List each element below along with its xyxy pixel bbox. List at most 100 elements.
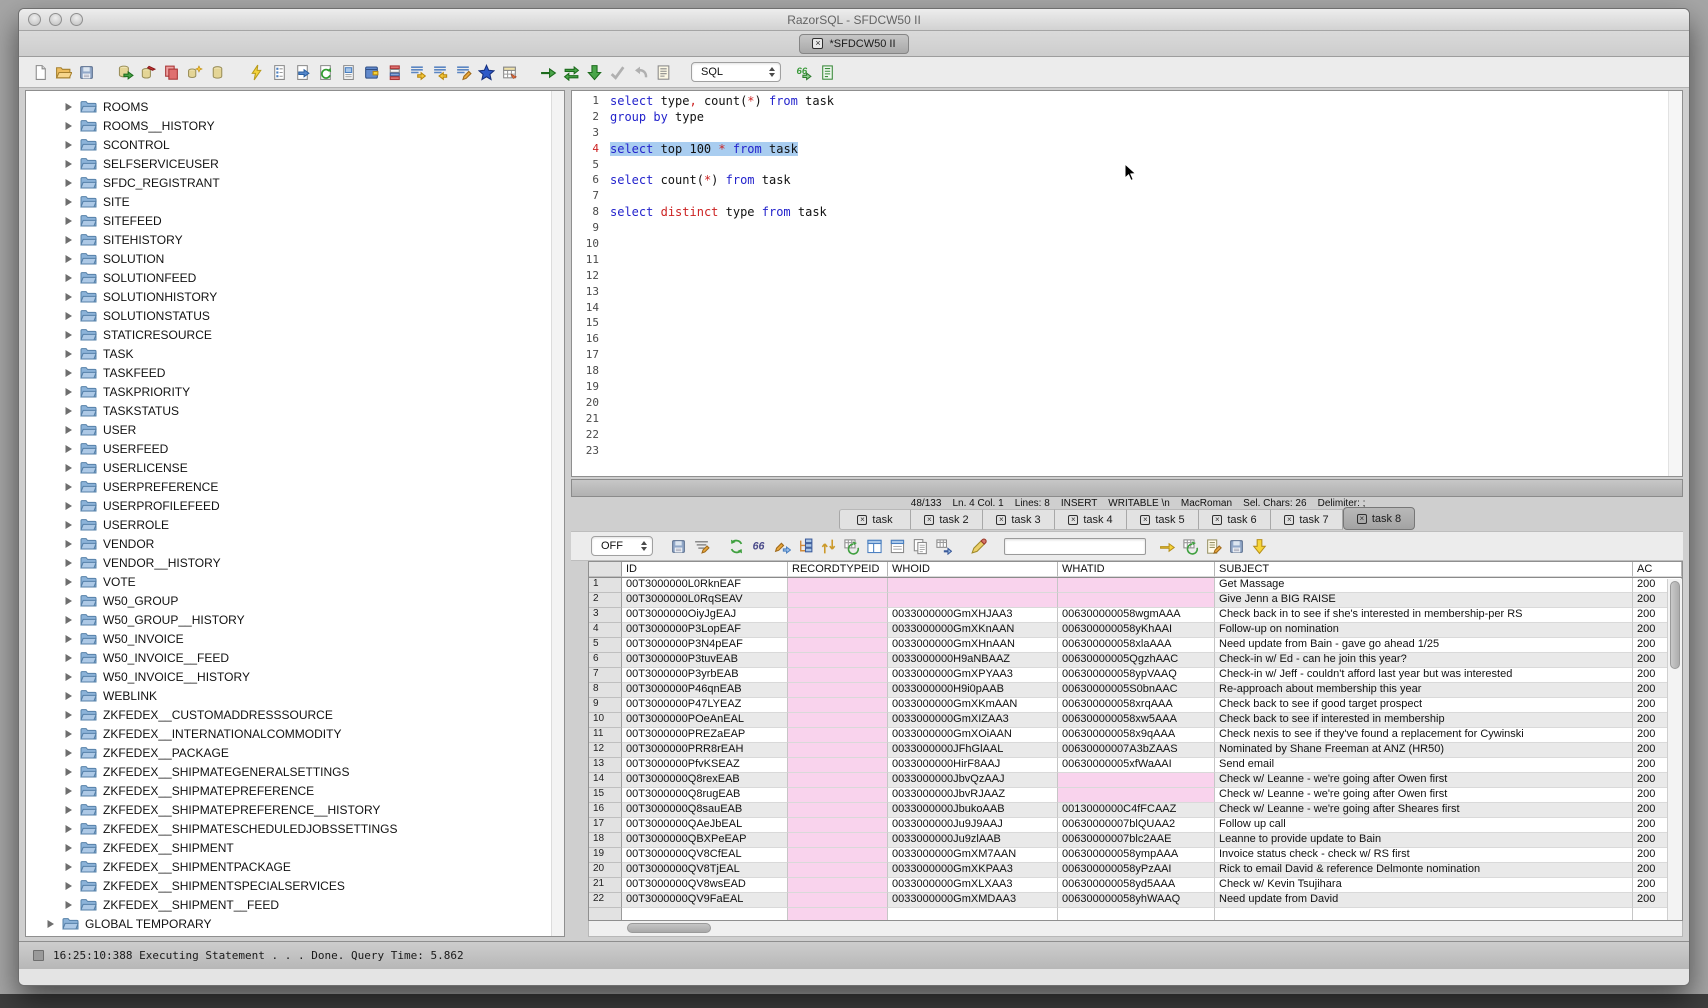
- grid-horizontal-scrollbar[interactable]: [588, 921, 1683, 937]
- stop-icon[interactable]: [33, 950, 44, 961]
- code-line-13[interactable]: [606, 285, 1682, 301]
- cell-recordtypeid[interactable]: [788, 653, 888, 668]
- code-line-7[interactable]: [606, 189, 1682, 205]
- cell-whoid[interactable]: 0033000000GmXPYAA3: [888, 668, 1058, 683]
- code-line-1[interactable]: select type, count(*) from task: [606, 94, 1682, 110]
- table-row[interactable]: 1200T3000000PRR8rEAH0033000000JFhGlAAL00…: [589, 743, 1682, 758]
- tree-item-user[interactable]: USER: [26, 420, 564, 439]
- code-line-10[interactable]: [606, 237, 1682, 253]
- cell-whoid[interactable]: [888, 578, 1058, 593]
- cell-recordtypeid[interactable]: [788, 773, 888, 788]
- cell-subject[interactable]: Check back to see if interested in membe…: [1215, 713, 1633, 728]
- cell-whatid[interactable]: 006300000058xlaAAA: [1058, 638, 1215, 653]
- cell-whoid[interactable]: 0033000000GmXMDAA3: [888, 893, 1058, 908]
- cell-id[interactable]: 00T3000000PRR8rEAH: [622, 743, 788, 758]
- switch-connection-icon[interactable]: [560, 61, 583, 84]
- cell-id[interactable]: 00T3000000QV8wsEAD: [622, 878, 788, 893]
- cell-subject[interactable]: Check-in w/ Ed - can he join this year?: [1215, 653, 1633, 668]
- disclosure-triangle-icon[interactable]: [64, 558, 73, 568]
- grid-vertical-scrollbar[interactable]: [1667, 579, 1682, 920]
- disclosure-triangle-icon[interactable]: [64, 349, 73, 359]
- import-data-icon[interactable]: [314, 61, 337, 84]
- connect-database-icon[interactable]: [114, 61, 137, 84]
- cell-recordtypeid[interactable]: [788, 848, 888, 863]
- cell-subject[interactable]: Check back in to see if she's interested…: [1215, 608, 1633, 623]
- tree-item-userpreference[interactable]: USERPREFERENCE: [26, 477, 564, 496]
- edit-sql-icon[interactable]: [452, 61, 475, 84]
- code-line-2[interactable]: group by type: [606, 110, 1682, 126]
- grid-header-row[interactable]: IDRECORDTYPEIDWHOIDWHATIDSUBJECTAC: [589, 562, 1682, 578]
- tree-item-w50-invoice[interactable]: W50_INVOICE: [26, 629, 564, 648]
- code-line-20[interactable]: [606, 396, 1682, 412]
- cell-subject[interactable]: Invoice status check - check w/ RS first: [1215, 848, 1633, 863]
- disclosure-triangle-icon[interactable]: [64, 273, 73, 283]
- cell-subject[interactable]: Check nexis to see if they've found a re…: [1215, 728, 1633, 743]
- describe-table-icon[interactable]: [268, 61, 291, 84]
- code-line-14[interactable]: [606, 301, 1682, 317]
- results-tab-task-7[interactable]: task 7: [1271, 509, 1343, 530]
- cell-whatid[interactable]: [1058, 578, 1215, 593]
- close-results-tab-icon[interactable]: [1068, 515, 1078, 525]
- cell-whoid[interactable]: 0033000000GmXHnAAN: [888, 638, 1058, 653]
- cell-subject[interactable]: Need update from David: [1215, 893, 1633, 908]
- disclosure-triangle-icon[interactable]: [64, 539, 73, 549]
- cell-id[interactable]: 00T3000000P3N4pEAF: [622, 638, 788, 653]
- tree-item-w50-invoice-history[interactable]: W50_INVOICE__HISTORY: [26, 667, 564, 686]
- tree-item-w50-group-history[interactable]: W50_GROUP__HISTORY: [26, 610, 564, 629]
- tree-item-selfserviceuser[interactable]: SELFSERVICEUSER: [26, 154, 564, 173]
- cell-whoid[interactable]: 0033000000JbvRJAAZ: [888, 788, 1058, 803]
- cell-recordtypeid[interactable]: [788, 878, 888, 893]
- table-row[interactable]: 1100T3000000PREZaEAP0033000000GmXOiAAN00…: [589, 728, 1682, 743]
- tree-item-userlicense[interactable]: USERLICENSE: [26, 458, 564, 477]
- tree-item-sfdc-registrant[interactable]: SFDC_REGISTRANT: [26, 173, 564, 192]
- cell-recordtypeid[interactable]: [788, 668, 888, 683]
- cell-recordtypeid[interactable]: [788, 593, 888, 608]
- tree-item-zkfedex-shipmentpackage[interactable]: ZKFEDEX__SHIPMENTPACKAGE: [26, 857, 564, 876]
- disclosure-triangle-icon[interactable]: [64, 444, 73, 454]
- cell-whoid[interactable]: 0033000000JFhGlAAL: [888, 743, 1058, 758]
- cell-id[interactable]: 00T3000000OiyJgEAJ: [622, 608, 788, 623]
- tree-item-global-temporary[interactable]: GLOBAL TEMPORARY: [26, 914, 564, 933]
- cell-whoid[interactable]: 0033000000GmXIZAA3: [888, 713, 1058, 728]
- cell-recordtypeid[interactable]: [788, 578, 888, 593]
- tree-item-taskstatus[interactable]: TASKSTATUS: [26, 401, 564, 420]
- tree-item-sitehistory[interactable]: SITEHISTORY: [26, 230, 564, 249]
- tree-item-zkfedex-shipment-feed[interactable]: ZKFEDEX__SHIPMENT__FEED: [26, 895, 564, 914]
- cell-subject[interactable]: Nominated by Shane Freeman at ANZ (HR50): [1215, 743, 1633, 758]
- reload-table-icon[interactable]: [840, 535, 863, 558]
- code-line-4[interactable]: select top 100 * from task: [606, 142, 1682, 158]
- tree-item-weblink[interactable]: WEBLINK: [26, 686, 564, 705]
- cell-recordtypeid[interactable]: [788, 818, 888, 833]
- cell-id[interactable]: 00T3000000L0RknEAF: [622, 578, 788, 593]
- cell-id[interactable]: 00T3000000PfvKSEAZ: [622, 758, 788, 773]
- close-results-tab-icon[interactable]: [857, 515, 867, 525]
- table-row[interactable]: 400T3000000P3LopEAF0033000000GmXKnAAN006…: [589, 623, 1682, 638]
- disclosure-triangle-icon[interactable]: [64, 292, 73, 302]
- disclosure-triangle-icon[interactable]: [46, 919, 55, 929]
- cell-id[interactable]: 00T3000000PREZaEAP: [622, 728, 788, 743]
- cell-subject[interactable]: Re-approach about membership this year: [1215, 683, 1633, 698]
- new-document-icon[interactable]: [29, 61, 52, 84]
- cell-recordtypeid[interactable]: [788, 788, 888, 803]
- favorites-icon[interactable]: [475, 61, 498, 84]
- tree-item-sitefeed[interactable]: SITEFEED: [26, 211, 564, 230]
- disclosure-triangle-icon[interactable]: [64, 482, 73, 492]
- disclosure-triangle-icon[interactable]: [64, 672, 73, 682]
- results-search-input[interactable]: [1004, 538, 1146, 555]
- tree-item-solutionstatus[interactable]: SOLUTIONSTATUS: [26, 306, 564, 325]
- cell-whoid[interactable]: 0033000000JbvQzAAJ: [888, 773, 1058, 788]
- tree-item-rooms-history[interactable]: ROOMS__HISTORY: [26, 116, 564, 135]
- form-view-icon[interactable]: [863, 535, 886, 558]
- cell-recordtypeid[interactable]: [788, 608, 888, 623]
- cell-recordtypeid[interactable]: [788, 743, 888, 758]
- table-row[interactable]: 2200T3000000QV9FaEAL0033000000GmXMDAA300…: [589, 893, 1682, 908]
- drop-object-icon[interactable]: [206, 61, 229, 84]
- tree-item-zkfedex-shipmentspecialservices[interactable]: ZKFEDEX__SHIPMENTSPECIALSERVICES: [26, 876, 564, 895]
- tree-item-taskpriority[interactable]: TASKPRIORITY: [26, 382, 564, 401]
- cell-recordtypeid[interactable]: [788, 728, 888, 743]
- cell-subject[interactable]: Get Massage: [1215, 578, 1633, 593]
- disclosure-triangle-icon[interactable]: [64, 881, 73, 891]
- cell-id[interactable]: 00T3000000Q8rugEAB: [622, 788, 788, 803]
- cell-whatid[interactable]: [1058, 593, 1215, 608]
- code-line-16[interactable]: [606, 332, 1682, 348]
